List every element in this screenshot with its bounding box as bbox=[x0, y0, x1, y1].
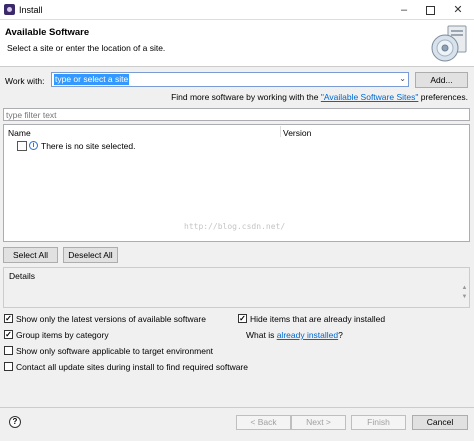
details-scroll-arrows[interactable]: ▲ ▼ bbox=[460, 284, 469, 302]
page-description: Select a site or enter the location of a… bbox=[7, 43, 166, 53]
what-installed-text: What is already installed? bbox=[246, 330, 343, 340]
next-button[interactable]: Next > bbox=[291, 415, 346, 430]
checkbox-show-latest[interactable]: ✓ bbox=[4, 314, 13, 323]
checkbox-contact-update-sites[interactable] bbox=[4, 362, 13, 371]
checkbox-group-by-category[interactable]: ✓ bbox=[4, 330, 13, 339]
work-with-combo[interactable]: type or select a site ⌄ bbox=[51, 72, 409, 87]
cancel-button[interactable]: Cancel bbox=[412, 415, 468, 430]
wizard-header: Available Software Select a site or ente… bbox=[0, 21, 474, 67]
minimize-button[interactable]: – bbox=[392, 2, 416, 18]
option-contact-update-sites-label: Contact all update sites during install … bbox=[16, 362, 248, 372]
option-target-environment-label: Show only software applicable to target … bbox=[16, 346, 214, 356]
checkbox-target-environment[interactable] bbox=[4, 346, 13, 355]
checkbox-hide-installed[interactable]: ✓ bbox=[238, 314, 247, 323]
work-with-label: Work with: bbox=[5, 76, 45, 86]
more-software-text: Find more software by working with the "… bbox=[165, 92, 468, 102]
details-label: Details bbox=[9, 271, 35, 281]
what-installed-suffix: ? bbox=[338, 330, 343, 340]
select-all-button[interactable]: Select All bbox=[3, 247, 58, 263]
row-text: There is no site selected. bbox=[41, 141, 136, 151]
finish-button[interactable]: Finish bbox=[351, 415, 406, 430]
column-divider bbox=[280, 126, 281, 137]
app-icon bbox=[4, 4, 15, 15]
row-checkbox[interactable] bbox=[17, 141, 27, 151]
column-header-version[interactable]: Version bbox=[283, 128, 311, 138]
more-software-prefix: Find more software by working with the bbox=[171, 92, 321, 102]
close-button[interactable]: ✕ bbox=[446, 2, 470, 18]
software-tree[interactable]: Name Version i There is no site selected… bbox=[3, 124, 470, 242]
option-show-latest-label: Show only the latest versions of availab… bbox=[16, 314, 206, 324]
option-hide-installed-label: Hide items that are already installed bbox=[250, 314, 386, 324]
watermark-text: http://blog.csdn.net/ bbox=[184, 222, 286, 231]
chevron-down-icon[interactable]: ⌄ bbox=[399, 74, 406, 83]
back-button[interactable]: < Back bbox=[236, 415, 291, 430]
what-installed-prefix: What is bbox=[246, 330, 277, 340]
install-wizard-icon bbox=[431, 25, 467, 62]
deselect-all-button[interactable]: Deselect All bbox=[63, 247, 118, 263]
filter-input[interactable] bbox=[3, 108, 470, 121]
maximize-button[interactable] bbox=[418, 2, 442, 18]
page-title: Available Software bbox=[5, 27, 90, 38]
window-title: Install bbox=[19, 5, 43, 15]
available-software-sites-link[interactable]: "Available Software Sites" bbox=[321, 92, 419, 102]
option-group-by-category-label: Group items by category bbox=[16, 330, 109, 340]
more-software-suffix: preferences. bbox=[418, 92, 468, 102]
already-installed-link[interactable]: already installed bbox=[277, 330, 338, 340]
help-icon[interactable]: ? bbox=[9, 416, 21, 428]
details-group: Details ▲ ▼ bbox=[3, 267, 470, 308]
column-header-name[interactable]: Name bbox=[8, 128, 31, 138]
info-icon: i bbox=[29, 141, 38, 150]
work-with-input[interactable]: type or select a site bbox=[54, 74, 130, 85]
add-site-button[interactable]: Add... bbox=[415, 72, 468, 88]
